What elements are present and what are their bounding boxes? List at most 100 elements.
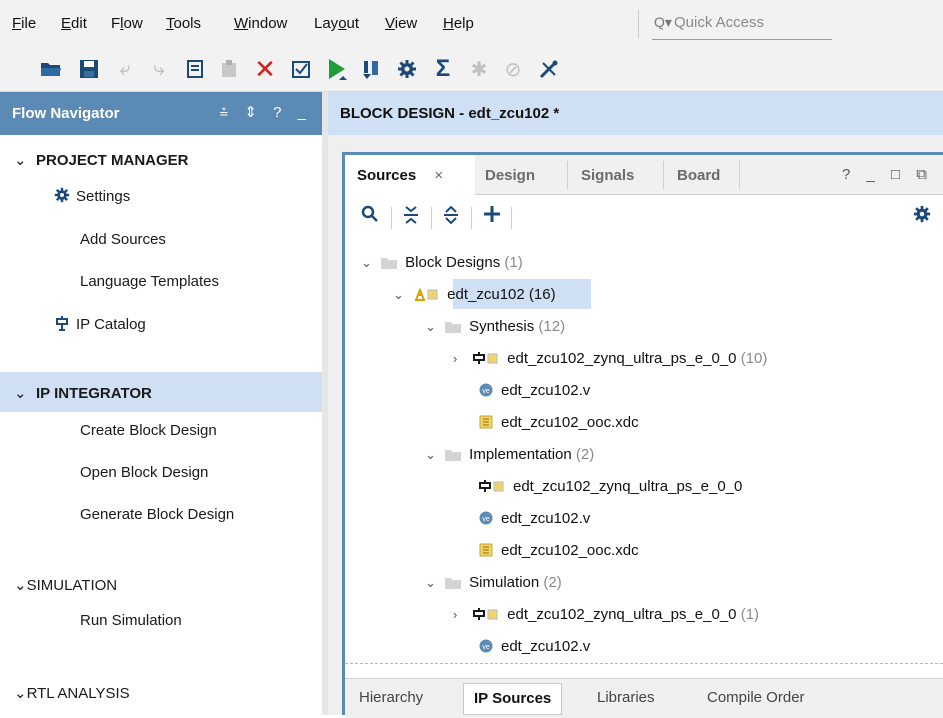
tab-hierarchy[interactable]: Hierarchy — [359, 689, 423, 706]
nav-run-simulation[interactable]: Run Simulation — [80, 612, 182, 629]
chevron-down-icon: ⌄ — [14, 152, 27, 169]
flow-navigator-title: Flow Navigator — [12, 105, 120, 122]
ip-plug-icon — [54, 315, 76, 333]
sources-tab-bar: Sources × Design Signals Board ? _ □ ⧉ — [345, 155, 943, 195]
nav-open-block-design[interactable]: Open Block Design — [80, 464, 208, 481]
gear-icon[interactable] — [913, 205, 931, 229]
section-simulation[interactable]: ⌄SIMULATION — [14, 576, 117, 594]
folder-icon — [445, 576, 462, 593]
menu-flow[interactable]: Flow — [111, 15, 143, 32]
chevron-down-icon: ⌄ — [393, 287, 404, 302]
tree-node-synthesis-xdc[interactable]: edt_zcu102_ooc.xdc — [479, 414, 639, 433]
tab-libraries[interactable]: Libraries — [597, 689, 655, 706]
menu-file[interactable]: File — [12, 15, 36, 32]
folder-icon — [445, 320, 462, 337]
verilog-file-icon: ve — [479, 639, 493, 657]
toolbar-separator — [431, 207, 432, 229]
constraints-file-icon — [479, 415, 493, 433]
validate-icon[interactable] — [288, 56, 314, 82]
menu-edit[interactable]: Edit — [61, 15, 87, 32]
debug-disabled-icon[interactable]: ✱ — [466, 56, 492, 82]
tree-node-simulation-verilog[interactable]: ve edt_zcu102.v — [479, 638, 590, 657]
tab-board[interactable]: Board — [677, 155, 720, 195]
panel-window-controls[interactable]: ? _ □ ⧉ — [842, 166, 933, 183]
tab-separator — [739, 161, 740, 189]
tree-node-implementation[interactable]: ⌄ Implementation (2) — [425, 446, 594, 465]
sources-panel: Sources × Design Signals Board ? _ □ ⧉ ⌄… — [342, 152, 943, 718]
flow-navigator-controls[interactable]: ⩮ ⇕ ? _ — [219, 103, 312, 121]
paste-icon[interactable] — [216, 56, 242, 82]
nav-ip-catalog[interactable]: IP Catalog — [54, 315, 146, 333]
tab-ip-sources[interactable]: IP Sources — [463, 683, 563, 715]
save-icon[interactable] — [76, 56, 102, 82]
tree-node-synthesis-ip[interactable]: › edt_zcu102_zynq_ultra_ps_e_0_0 (10) — [453, 350, 767, 369]
close-icon[interactable]: × — [434, 167, 443, 184]
menu-bar: File Edit Flow Tools Window Layout View … — [0, 0, 943, 48]
menu-window[interactable]: Window — [234, 15, 287, 32]
tree-node-synthesis-verilog[interactable]: ve edt_zcu102.v — [479, 382, 590, 401]
tree-node-block-designs[interactable]: ⌄ Block Designs (1) — [361, 254, 523, 273]
tab-separator — [567, 161, 568, 189]
sources-toolbar — [345, 195, 943, 239]
ip-core-icon — [479, 479, 505, 497]
nav-settings[interactable]: Settings — [54, 187, 130, 205]
tree-node-implementation-ip[interactable]: edt_zcu102_zynq_ultra_ps_e_0_0 — [479, 478, 742, 497]
delete-icon[interactable]: ✕ — [252, 54, 278, 84]
redo-icon[interactable]: ⤷ — [146, 56, 172, 82]
section-ip-integrator[interactable]: ⌄ IP INTEGRATOR — [14, 384, 152, 402]
nav-create-block-design[interactable]: Create Block Design — [80, 422, 217, 439]
tree-node-edt-zcu102[interactable]: ⌄ edt_zcu102 (16) — [393, 286, 556, 305]
open-project-icon[interactable] — [38, 56, 64, 82]
tree-node-synthesis[interactable]: ⌄ Synthesis (12) — [425, 318, 565, 337]
section-project-manager[interactable]: ⌄ PROJECT MANAGER — [14, 151, 189, 169]
chevron-down-icon: ⌄ — [14, 685, 27, 702]
menu-view[interactable]: View — [385, 15, 417, 32]
chevron-down-icon: ⌄ — [14, 385, 27, 402]
probe-disabled-icon[interactable]: ⊘ — [500, 56, 526, 82]
chevron-right-icon: › — [453, 351, 458, 366]
chevron-right-icon: › — [453, 607, 458, 622]
tab-signals[interactable]: Signals — [581, 155, 634, 195]
block-design-header: BLOCK DESIGN - edt_zcu102 * — [328, 92, 943, 135]
menu-tools[interactable]: Tools — [166, 15, 201, 32]
quick-access-search[interactable]: Q▾ Quick Access — [652, 10, 832, 40]
section-rtl-analysis[interactable]: ⌄RTL ANALYSIS — [14, 684, 130, 702]
nav-add-sources[interactable]: Add Sources — [80, 231, 166, 248]
add-icon[interactable] — [483, 205, 501, 229]
block-design-title: BLOCK DESIGN - edt_zcu102 * — [340, 105, 560, 122]
verilog-file-icon: ve — [479, 383, 493, 401]
tree-node-implementation-xdc[interactable]: edt_zcu102_ooc.xdc — [479, 542, 639, 561]
copy-icon[interactable] — [182, 56, 208, 82]
flow-navigator-header: Flow Navigator ⩮ ⇕ ? _ — [0, 92, 322, 135]
settings-gear-icon[interactable] — [394, 56, 420, 82]
menu-help[interactable]: Help — [443, 15, 474, 32]
folder-icon — [445, 448, 462, 465]
undo-icon[interactable]: ⤶ — [112, 56, 138, 82]
chevron-down-icon: ⌄ — [425, 575, 436, 590]
tree-node-simulation-ip[interactable]: › edt_zcu102_zynq_ultra_ps_e_0_0 (1) — [453, 606, 759, 625]
collapse-all-icon[interactable] — [403, 205, 419, 231]
tree-node-simulation[interactable]: ⌄ Simulation (2) — [425, 574, 562, 593]
expand-all-icon[interactable] — [443, 205, 459, 231]
menu-layout[interactable]: Layout — [314, 15, 359, 32]
main-toolbar: ⤶ ⤷ ✕ Σ ✱ ⊘ — [0, 48, 943, 92]
ip-core-icon — [473, 607, 499, 625]
nav-generate-block-design[interactable]: Generate Block Design — [80, 506, 234, 523]
quick-access-placeholder: Quick Access — [674, 14, 765, 31]
tab-sources[interactable]: Sources × — [345, 155, 475, 195]
tab-design[interactable]: Design — [485, 155, 535, 195]
verilog-file-icon: ve — [479, 511, 493, 529]
nav-language-templates[interactable]: Language Templates — [80, 273, 219, 290]
search-icon: Q▾ — [654, 14, 672, 30]
search-icon[interactable] — [361, 205, 379, 229]
report-sum-icon[interactable]: Σ — [430, 55, 456, 82]
program-device-icon[interactable] — [358, 56, 384, 82]
menu-separator — [638, 10, 639, 38]
tree-node-implementation-verilog[interactable]: ve edt_zcu102.v — [479, 510, 590, 529]
run-icon[interactable] — [324, 56, 350, 82]
tab-compile-order[interactable]: Compile Order — [707, 689, 805, 706]
debug-wizard-icon[interactable] — [536, 56, 562, 82]
folder-icon — [381, 256, 398, 273]
chevron-down-icon: ⌄ — [425, 319, 436, 334]
svg-text:ve: ve — [482, 388, 490, 395]
